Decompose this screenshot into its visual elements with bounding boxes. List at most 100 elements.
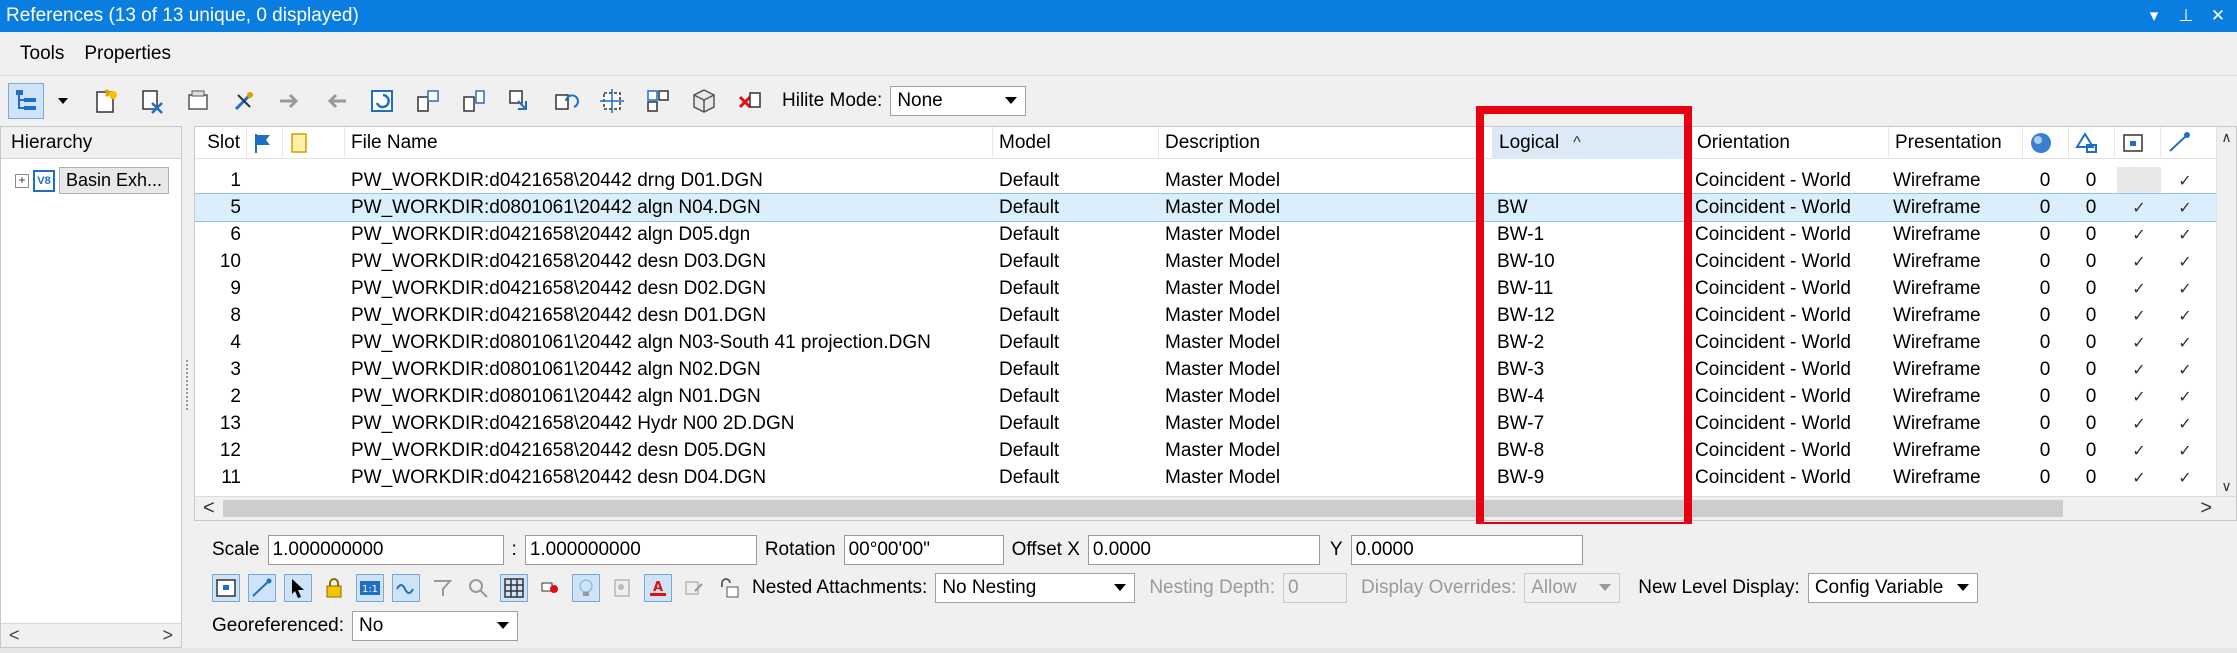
remove-button[interactable] xyxy=(732,83,768,119)
tree-view-dropdown[interactable] xyxy=(54,83,72,119)
cell-c3[interactable]: ✓ xyxy=(2117,437,2161,464)
cell-c3[interactable]: ✓ xyxy=(2117,356,2161,383)
clip-boundary-button[interactable] xyxy=(548,83,584,119)
snap-toggle[interactable] xyxy=(248,574,276,602)
table-row[interactable]: 12 PW_WORKDIR:d0421658\20442 desn D05.DGN… xyxy=(195,437,2236,464)
detach-reference-button[interactable] xyxy=(134,83,170,119)
hilite-mode-select[interactable]: None xyxy=(890,86,1027,116)
display-overrides-select[interactable]: Allow xyxy=(1524,573,1621,603)
col-header-note[interactable] xyxy=(283,127,345,159)
true-scale-toggle[interactable]: 1:1 xyxy=(356,574,384,602)
cell-c4[interactable]: ✓ xyxy=(2163,383,2207,410)
offset-y-input[interactable]: 0.0000 xyxy=(1350,535,1583,565)
hierarchy-node[interactable]: + V8 Basin Exh... xyxy=(15,167,170,194)
cell-c3[interactable]: ✓ xyxy=(2117,194,2161,221)
table-horizontal-scrollbar[interactable]: < > xyxy=(195,496,2236,520)
col-header-logical[interactable]: Logical ^ xyxy=(1493,127,1691,159)
rotate-button[interactable] xyxy=(364,83,400,119)
table-row[interactable]: 8 PW_WORKDIR:d0421658\20442 desn D01.DGN D… xyxy=(195,302,2236,329)
close-button[interactable]: ✕ xyxy=(2205,3,2231,29)
cell-c3[interactable]: ✓ xyxy=(2117,248,2161,275)
col-header-flag[interactable] xyxy=(247,127,283,159)
scroll-up-icon[interactable]: ∧ xyxy=(2221,129,2231,146)
move-button[interactable] xyxy=(272,83,308,119)
table-row[interactable]: 5 PW_WORKDIR:d0801061\20442 algn N04.DGN D… xyxy=(195,193,2236,222)
scale-button[interactable] xyxy=(410,83,446,119)
cell-c4[interactable]: ✓ xyxy=(2163,248,2207,275)
cell-c3[interactable]: ✓ xyxy=(2117,221,2161,248)
pin-button[interactable]: ⊥ xyxy=(2173,3,2199,29)
col-header-presentation[interactable]: Presentation xyxy=(1889,127,2023,159)
col-header-model[interactable]: Model xyxy=(993,127,1159,159)
cell-c3[interactable]: ✓ xyxy=(2117,383,2161,410)
exchange-button[interactable] xyxy=(226,83,262,119)
cell-c3[interactable]: ✓ xyxy=(2117,329,2161,356)
col-header-shapes[interactable] xyxy=(2069,127,2115,159)
expand-icon[interactable]: + xyxy=(15,173,29,188)
table-row[interactable]: 13 PW_WORKDIR:d0421658\20442 Hydr N00 2D.… xyxy=(195,410,2236,437)
georeferenced-select[interactable]: No xyxy=(352,611,519,641)
cell-c3[interactable]: ✓ xyxy=(2117,464,2161,491)
rotation-input[interactable]: 00°00'00" xyxy=(843,535,1004,565)
level-override-toggle[interactable] xyxy=(536,574,564,602)
new-level-display-select[interactable]: Config Variable xyxy=(1807,573,1978,603)
nesting-depth-input[interactable]: 0 xyxy=(1283,573,1348,603)
offset-x-input[interactable]: 0.0000 xyxy=(1087,535,1320,565)
attach-reference-button[interactable] xyxy=(88,83,124,119)
cell-c4[interactable]: ✓ xyxy=(2163,194,2207,221)
table-row[interactable]: 11 PW_WORKDIR:d0421658\20442 desn D04.DGN… xyxy=(195,464,2236,491)
scale-line-styles-toggle[interactable] xyxy=(392,574,420,602)
cell-c3[interactable]: ✓ xyxy=(2117,410,2161,437)
locate-toggle[interactable] xyxy=(284,574,312,602)
cell-c3[interactable]: ✓ xyxy=(2117,275,2161,302)
cell-c4[interactable]: ✓ xyxy=(2163,221,2207,248)
menu-properties[interactable]: Properties xyxy=(84,43,171,65)
cell-c4[interactable]: ✓ xyxy=(2163,167,2207,194)
scale-master-input[interactable]: 1.000000000 xyxy=(267,535,504,565)
cell-c4[interactable]: ✓ xyxy=(2163,437,2207,464)
cell-c4[interactable]: ✓ xyxy=(2163,302,2207,329)
copy-button[interactable] xyxy=(318,83,354,119)
use-lights-toggle[interactable] xyxy=(464,574,492,602)
table-row[interactable]: 9 PW_WORKDIR:d0421658\20442 desn D02.DGN D… xyxy=(195,275,2236,302)
cell-c4[interactable]: ✓ xyxy=(2163,275,2207,302)
treat-as-element-toggle[interactable] xyxy=(428,574,456,602)
synchronize-toggle[interactable] xyxy=(500,574,528,602)
nested-attachments-select[interactable]: No Nesting xyxy=(935,573,1136,603)
scroll-left-icon[interactable]: < xyxy=(9,625,20,646)
print-toggle[interactable] xyxy=(608,574,636,602)
hierarchy-node-label[interactable]: Basin Exh... xyxy=(59,167,170,194)
cell-c4[interactable]: ✓ xyxy=(2163,464,2207,491)
table-row[interactable]: 1 PW_WORKDIR:d0421658\20442 drng D01.DGN D… xyxy=(195,167,2236,194)
cell-c4[interactable]: ✓ xyxy=(2163,356,2207,383)
table-row[interactable]: 3 PW_WORKDIR:d0801061\20442 algn N02.DGN D… xyxy=(195,356,2236,383)
make-direct-button[interactable] xyxy=(686,83,722,119)
scroll-down-icon[interactable]: ∨ xyxy=(2221,478,2231,495)
table-vertical-scrollbar[interactable]: ∧ ∨ xyxy=(2216,127,2236,497)
annotation-scale-toggle[interactable] xyxy=(680,574,708,602)
tree-view-toggle[interactable] xyxy=(8,83,44,119)
menu-tools[interactable]: Tools xyxy=(20,43,64,65)
use-lights-button[interactable] xyxy=(572,574,600,602)
reload-reference-button[interactable] xyxy=(180,83,216,119)
window-menu-button[interactable]: ▾ xyxy=(2141,3,2167,29)
mirror-horizontal-button[interactable] xyxy=(456,83,492,119)
col-header-display[interactable] xyxy=(2115,127,2161,159)
scroll-left-icon[interactable]: < xyxy=(203,497,215,520)
col-header-snap[interactable] xyxy=(2161,127,2221,159)
col-header-description[interactable]: Description xyxy=(1159,127,1493,159)
scroll-right-icon[interactable]: > xyxy=(162,625,173,646)
hierarchy-scrollbar[interactable]: < > xyxy=(1,623,181,647)
table-row[interactable]: 2 PW_WORKDIR:d0801061\20442 algn N01.DGN D… xyxy=(195,383,2236,410)
ignore-attachment-toggle[interactable] xyxy=(320,574,348,602)
col-header-slot[interactable]: Slot xyxy=(195,127,247,159)
clip-delete-button[interactable] xyxy=(640,83,676,119)
scroll-thumb[interactable] xyxy=(223,500,2063,517)
col-header-file-name[interactable]: File Name xyxy=(345,127,993,159)
clip-mask-button[interactable] xyxy=(594,83,630,119)
cell-c4[interactable]: ✓ xyxy=(2163,329,2207,356)
scroll-right-icon[interactable]: > xyxy=(2200,497,2212,520)
col-header-orientation[interactable]: Orientation xyxy=(1691,127,1889,159)
lock-toggle[interactable] xyxy=(716,574,744,602)
text-style-toggle[interactable]: A xyxy=(644,574,672,602)
